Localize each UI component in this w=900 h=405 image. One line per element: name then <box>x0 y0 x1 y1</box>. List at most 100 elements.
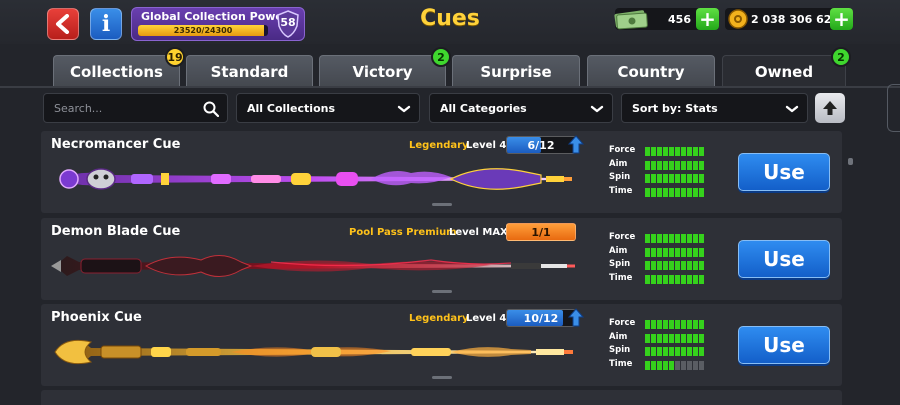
use-button[interactable]: Use <box>738 153 830 191</box>
stat-segment <box>645 360 650 370</box>
stat-segment <box>663 187 668 197</box>
stat-segment <box>669 147 674 156</box>
collections-dropdown-value: All Collections <box>247 101 335 115</box>
cue-card: Phoenix Cue Legendary Level 4 10/12 Forc… <box>41 304 842 386</box>
stat-segment <box>687 174 692 183</box>
stat-segment <box>663 320 668 329</box>
upgrade-arrow-icon[interactable] <box>568 308 584 328</box>
global-power-progress-text: 23520/24300 <box>173 26 233 35</box>
card-drag-handle[interactable] <box>432 203 452 206</box>
stat-segment <box>663 174 668 183</box>
side-panel-handle[interactable] <box>887 84 900 132</box>
stat-segment <box>675 320 680 329</box>
stat-segment <box>681 234 686 243</box>
tab-label: Surprise <box>480 62 552 81</box>
sort-direction-button[interactable] <box>815 93 845 123</box>
stat-segment <box>693 360 698 370</box>
stat-segment <box>687 247 692 257</box>
global-collection-power[interactable]: Global Collection Power 23520/24300 58 <box>131 7 305 41</box>
time-stat-bar <box>645 360 704 370</box>
cue-rarity: Legendary <box>409 140 469 151</box>
stat-segment <box>657 261 662 270</box>
stat-segment <box>657 333 662 343</box>
back-button[interactable] <box>47 8 79 40</box>
tab-label: Collections <box>70 62 163 81</box>
stat-segment <box>669 274 674 284</box>
stat-segment <box>699 187 704 197</box>
use-button[interactable]: Use <box>738 240 830 278</box>
time-stat-bar <box>645 187 704 197</box>
cue-image-demon-blade <box>51 255 575 277</box>
tab-badge: 19 <box>165 47 185 67</box>
cue-card-partial <box>41 390 842 405</box>
coin-icon <box>728 9 748 29</box>
stat-segment <box>687 187 692 197</box>
tab-collections[interactable]: Collections 19 <box>53 47 185 87</box>
stat-segment <box>699 174 704 183</box>
stat-segment <box>645 347 650 356</box>
stat-segment <box>693 234 698 243</box>
stat-label: Spin <box>609 259 631 269</box>
cue-rarity: Legendary <box>409 313 469 324</box>
stat-segment <box>651 347 656 356</box>
scrollbar[interactable] <box>848 158 853 165</box>
global-power-label: Global Collection Power <box>141 10 289 23</box>
force-stat-bar <box>645 147 704 156</box>
stat-segment <box>645 187 650 197</box>
collections-dropdown[interactable]: All Collections <box>236 93 420 123</box>
sort-dropdown[interactable]: Sort by: Stats <box>621 93 808 123</box>
time-stat-bar <box>645 274 704 284</box>
tab-badge: 2 <box>431 47 451 67</box>
stat-row-spin: Spin <box>609 259 704 273</box>
sort-dropdown-value: Sort by: Stats <box>632 101 718 115</box>
stat-row-time: Time <box>609 186 704 200</box>
page-title: Cues <box>420 6 480 31</box>
cue-card: Demon Blade Cue Pool Pass Premium Level … <box>41 218 842 300</box>
stat-segment <box>645 160 650 170</box>
power-level-shield: 58 <box>276 10 300 38</box>
stat-row-aim: Aim <box>609 246 704 260</box>
cue-rarity: Pool Pass Premium <box>349 227 457 238</box>
search-placeholder: Search... <box>54 101 103 115</box>
stat-segment <box>657 347 662 356</box>
tab-owned[interactable]: Owned 2 <box>722 47 851 87</box>
stat-segment <box>645 261 650 270</box>
add-coins-button[interactable]: + <box>830 8 853 30</box>
search-input[interactable]: Search... <box>43 93 228 123</box>
stat-segment <box>693 247 698 257</box>
stat-segment <box>645 247 650 257</box>
stat-label: Spin <box>609 172 631 182</box>
stat-segment <box>699 360 704 370</box>
stat-segment <box>687 274 692 284</box>
cue-progress-text: 6/12 <box>527 139 555 152</box>
categories-dropdown[interactable]: All Categories <box>429 93 613 123</box>
stat-segment <box>687 160 692 170</box>
stat-segment <box>699 234 704 243</box>
stat-label: Aim <box>609 158 628 169</box>
coins-value: 2 038 306 625 <box>751 12 840 26</box>
upgrade-arrow-icon[interactable] <box>568 135 584 155</box>
aim-stat-bar <box>645 333 704 343</box>
tab-country[interactable]: Country <box>587 55 715 87</box>
spin-stat-bar <box>645 347 704 356</box>
tab-surprise[interactable]: Surprise <box>452 55 580 87</box>
stat-segment <box>663 360 668 370</box>
card-drag-handle[interactable] <box>432 290 452 293</box>
add-cash-button[interactable]: + <box>696 8 719 30</box>
stat-label: Spin <box>609 345 631 355</box>
stat-segment <box>699 347 704 356</box>
tab-victory[interactable]: Victory 2 <box>319 47 451 87</box>
stat-segment <box>693 160 698 170</box>
stat-segment <box>687 261 692 270</box>
chevron-down-icon <box>397 105 411 113</box>
info-button[interactable]: i <box>90 8 122 40</box>
stat-row-time: Time <box>609 359 704 373</box>
tab-label: Victory <box>352 62 413 81</box>
power-level-value: 58 <box>280 16 296 29</box>
tab-label: Standard <box>210 62 289 81</box>
stat-segment <box>693 147 698 156</box>
stat-segment <box>663 261 668 270</box>
card-drag-handle[interactable] <box>432 376 452 379</box>
use-button[interactable]: Use <box>738 326 830 364</box>
tab-standard[interactable]: Standard <box>186 55 313 87</box>
